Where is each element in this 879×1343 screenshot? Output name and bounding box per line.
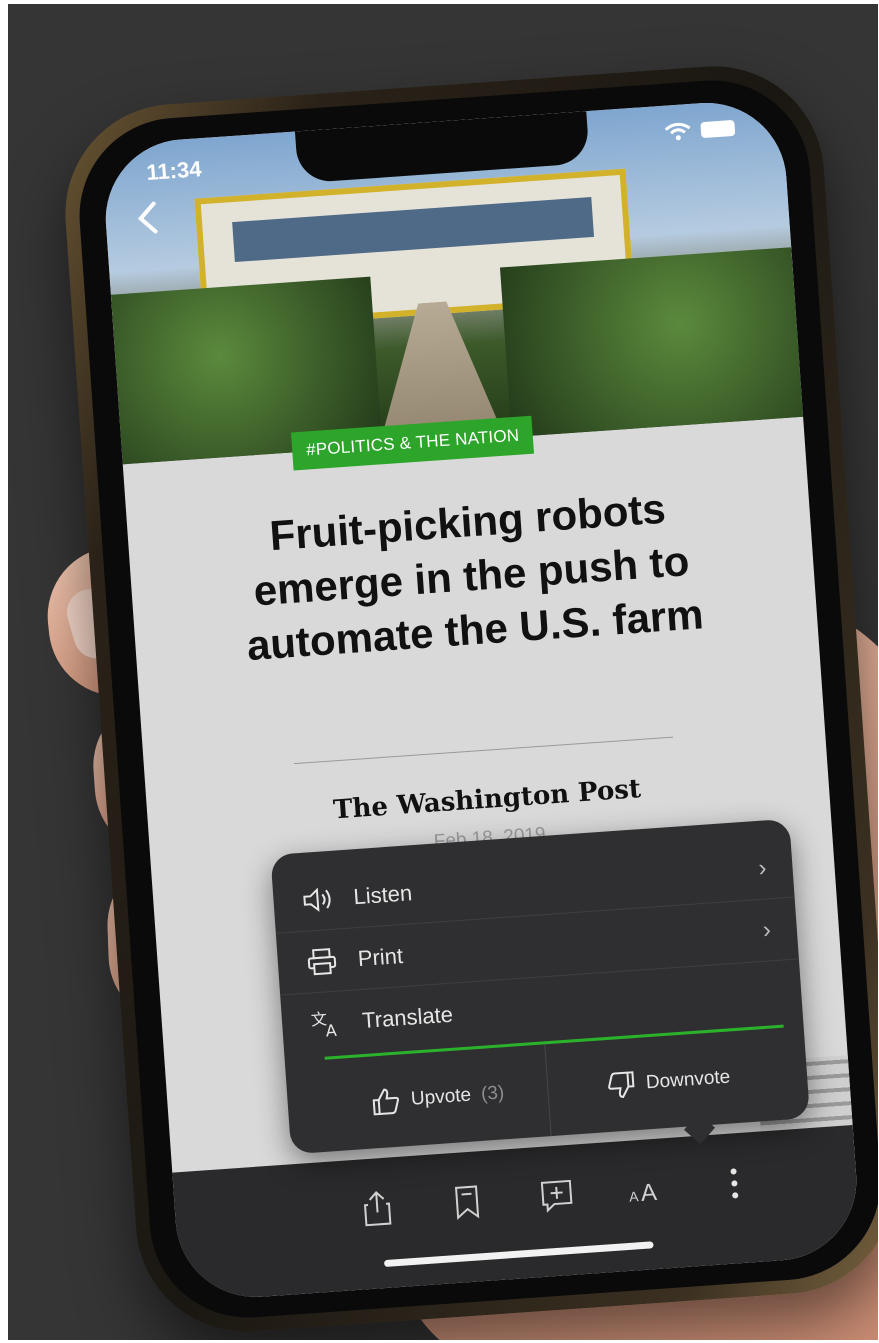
more-vertical-icon <box>730 1168 739 1199</box>
menu-item-label: Print <box>356 943 404 972</box>
share-button[interactable] <box>354 1185 401 1232</box>
menu-item-label: Listen <box>352 880 413 910</box>
battery-icon <box>700 119 736 139</box>
upvote-button[interactable]: Upvote (3) <box>325 1044 551 1151</box>
home-indicator[interactable] <box>383 1241 654 1268</box>
bookmark-icon <box>454 1185 480 1220</box>
thumbs-up-icon <box>372 1088 400 1116</box>
downvote-button[interactable]: Downvote <box>546 1028 790 1136</box>
phone-screen: 11:34 #POLITICS & THE NATION Fruit-picki… <box>100 97 862 1303</box>
speaker-icon <box>298 881 336 919</box>
divider <box>294 736 674 765</box>
svg-text:A: A <box>629 1188 640 1205</box>
phone: 11:34 #POLITICS & THE NATION Fruit-picki… <box>58 58 878 1340</box>
chevron-right-icon: › <box>757 854 768 882</box>
article-headline: Fruit-picking robots emerge in the push … <box>245 484 705 670</box>
comment-add-icon <box>540 1179 573 1213</box>
wifi-icon <box>664 122 691 141</box>
more-options-button[interactable] <box>711 1160 758 1207</box>
back-button[interactable] <box>128 199 166 237</box>
text-size-icon: A A <box>629 1179 658 1206</box>
menu-item-label: Translate <box>361 1001 454 1033</box>
svg-text:A: A <box>640 1179 658 1206</box>
text-size-button[interactable]: A A <box>621 1166 668 1213</box>
share-icon <box>363 1191 392 1227</box>
chevron-left-icon <box>137 201 158 234</box>
svg-text:A: A <box>325 1021 337 1040</box>
more-options-menu: Listen › Print › 文 A Translate Upvote (3… <box>270 818 811 1155</box>
printer-icon <box>303 942 341 980</box>
status-time: 11:34 <box>145 156 203 185</box>
downvote-label: Downvote <box>645 1066 731 1094</box>
translate-icon: 文 A <box>307 1004 345 1042</box>
add-comment-button[interactable] <box>533 1172 580 1219</box>
photo-background: 11:34 #POLITICS & THE NATION Fruit-picki… <box>8 4 878 1340</box>
bookmark-button[interactable] <box>444 1179 491 1226</box>
upvote-label: Upvote <box>410 1084 472 1110</box>
upvote-count: (3) <box>480 1082 505 1105</box>
chevron-right-icon: › <box>761 916 772 944</box>
thumbs-down-icon <box>607 1071 635 1099</box>
